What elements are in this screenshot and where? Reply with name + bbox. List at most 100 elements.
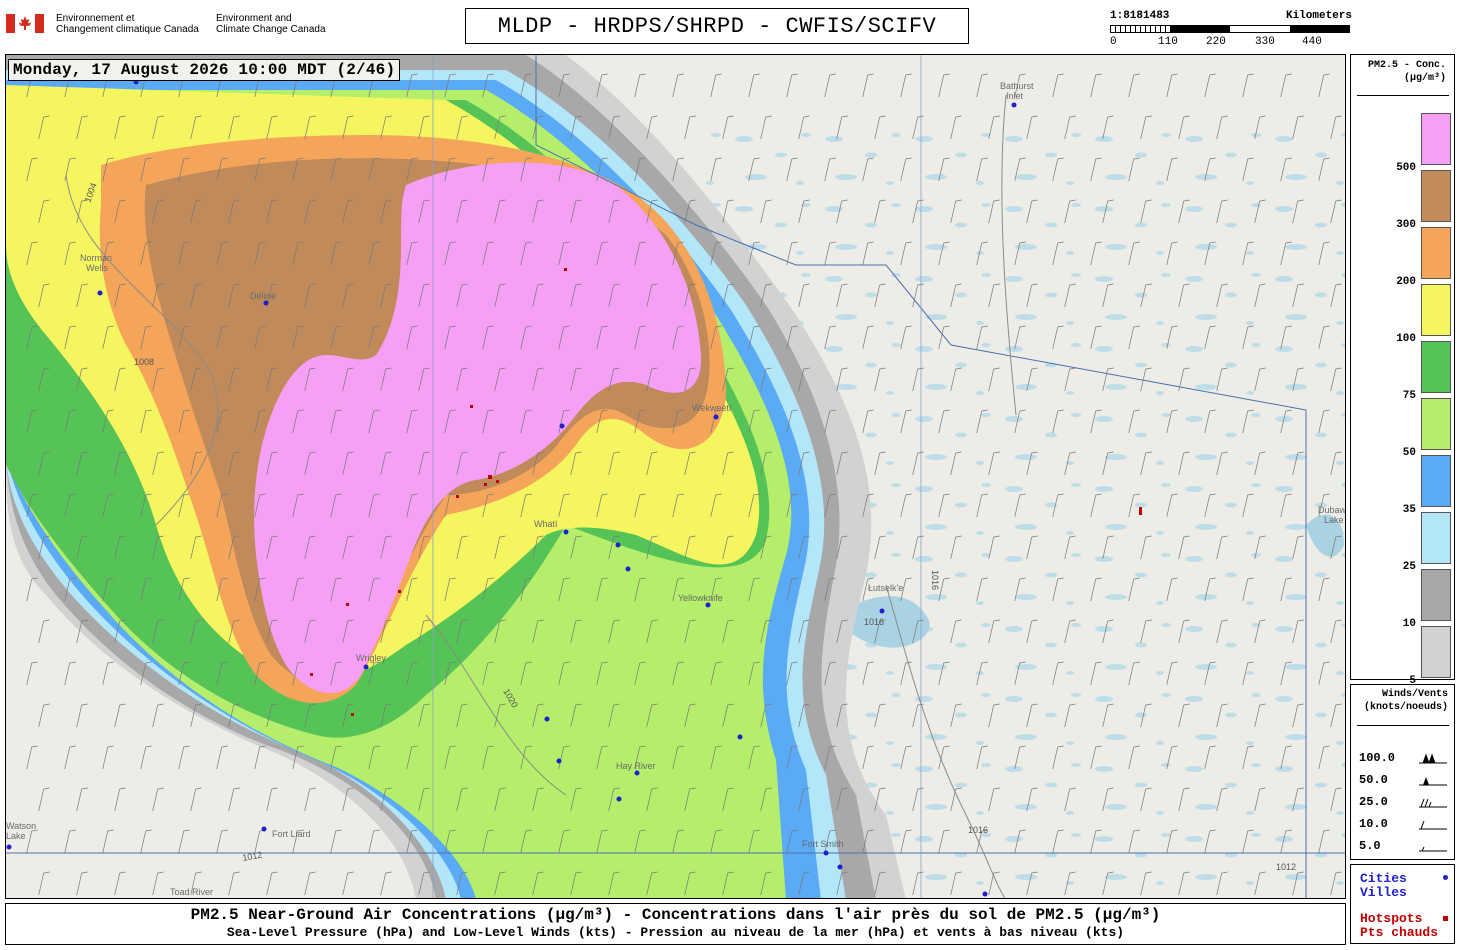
legend-swatch [1421,512,1451,564]
wind-speed-label: 5.0 [1359,839,1381,853]
city-dot [615,542,621,548]
legend-swatch [1421,170,1451,222]
isobar-label: 1008 [134,357,154,367]
legend-level-row: 300 [1351,170,1454,231]
department-name-fr: Environnement et Changement climatique C… [56,13,199,35]
hotspot-marker [470,405,473,408]
city-dot [879,608,885,614]
city-dot [737,734,743,740]
hotspot-marker [398,590,401,593]
wind-speed-row: 5.0 [1359,839,1451,857]
canada-flag-icon [6,14,44,33]
place-label: Whatì [534,519,558,529]
wind-speed-row: 50.0 [1359,773,1451,791]
scale-ticks: 0 110 220 330 440 [1110,36,1352,48]
scale-tick: 330 [1255,36,1275,48]
legend-swatch [1421,113,1451,165]
wind-barb-10-icon [1419,820,1447,830]
hotspot-marker [564,268,567,271]
wind-barb-50-icon [1419,777,1447,786]
legend-swatch [1421,455,1451,507]
city-dot [837,864,843,870]
place-label: Inlet [1006,91,1024,101]
city-dot [625,566,631,572]
caption-line-1: PM2.5 Near-Ground Air Concentrations (μg… [190,906,1161,924]
hotspot-marker [1139,507,1142,515]
place-label: Yellowknife [678,593,723,603]
caption-line-2: Sea-Level Pressure (hPa) and Low-Level W… [226,925,1125,940]
city-dot [556,758,562,764]
city-dot-icon [1443,875,1448,880]
wind-barb-5-icon [1419,846,1447,852]
legend-swatch [1421,626,1451,678]
legend-swatch [1421,227,1451,279]
place-label: Lake [6,831,26,841]
scale-tick: 0 [1110,36,1117,48]
place-label: Wells [86,263,108,273]
isobar-label: 1012 [1276,862,1296,872]
scale-unit: Kilometers [1285,10,1352,22]
place-label: Bathurst [1000,81,1034,91]
legend-divider [1357,95,1449,96]
place-label: Délīne [250,291,276,301]
place-label: Lake [1324,515,1344,525]
city-dot [705,602,711,608]
legend-level-row: 25 [1351,512,1454,573]
concentration-legend: PM2.5 - Conc. (μg/m³) 500 300 200 100 75 50 35… [1350,54,1455,687]
hotspot-square-icon [1443,916,1448,921]
wind-legend: Winds/Vents (knots/noeuds) 100.0 50.0 25… [1350,684,1455,860]
isobar-label: 1016 [968,825,988,835]
city-dot [823,850,829,856]
place-label: Hay River [616,761,656,771]
scale-ratio: 1:8181483 [1110,10,1170,22]
place-label: Fort Liard [272,829,311,839]
wind-speed-label: 25.0 [1359,795,1388,809]
scale-tick: 110 [1158,36,1178,48]
hotspots-label-fr: Pts chauds [1360,925,1439,940]
city-dot [982,891,988,897]
wind-speed-label: 10.0 [1359,817,1388,831]
cities-label-en: Cities [1360,871,1407,886]
legend-level-row: 35 [1351,455,1454,516]
city-dot [6,844,12,850]
legend-level-row: 50 [1351,398,1454,459]
city-dot [713,414,719,420]
hotspot-marker [310,673,313,676]
place-label: Norman [80,253,112,263]
legend-level-row: 100 [1351,284,1454,345]
city-dot [563,529,569,535]
cities-label-fr: Villes [1360,885,1407,900]
legend-title: PM2.5 - Conc. (μg/m³) [1367,60,1446,84]
wind-speed-row: 100.0 [1359,751,1451,769]
legend-level-row: 75 [1351,341,1454,402]
city-dot [616,796,622,802]
scale-tick: 440 [1302,36,1322,48]
hotspot-marker [484,483,487,486]
city-dot [559,423,565,429]
place-label: Wrigley [356,653,386,663]
wind-legend-title: Winds/Vents (knots/noeuds) [1363,689,1448,713]
wind-speed-row: 10.0 [1359,817,1451,835]
legend-level-row: 200 [1351,227,1454,288]
hotspot-marker [496,480,499,483]
map-caption: PM2.5 Near-Ground Air Concentrations (μg… [5,903,1346,945]
legend-swatch [1421,569,1451,621]
city-dot [263,300,269,306]
legend-swatch [1421,341,1451,393]
hotspots-label-en: Hotspots [1360,911,1423,926]
place-label: Toad River [170,887,213,897]
place-label: Wekweètì [692,403,731,413]
legend-swatch [1421,284,1451,336]
legend-swatch [1421,398,1451,450]
wind-speed-label: 100.0 [1359,751,1396,765]
city-dot [634,770,640,776]
legend-level-row: 5 [1351,626,1454,687]
scale-bar-graphic [1110,25,1350,33]
wind-speed-label: 50.0 [1359,773,1388,787]
smoke-forecast-map[interactable]: Bathurst Inlet Délīne Norman Wells Wekwe… [5,54,1346,899]
hotspot-marker [488,475,492,479]
wind-legend-divider [1357,725,1449,726]
hotspot-marker [456,495,459,498]
wind-speed-row: 25.0 [1359,795,1451,813]
department-name-en: Environment and Climate Change Canada [216,13,326,35]
